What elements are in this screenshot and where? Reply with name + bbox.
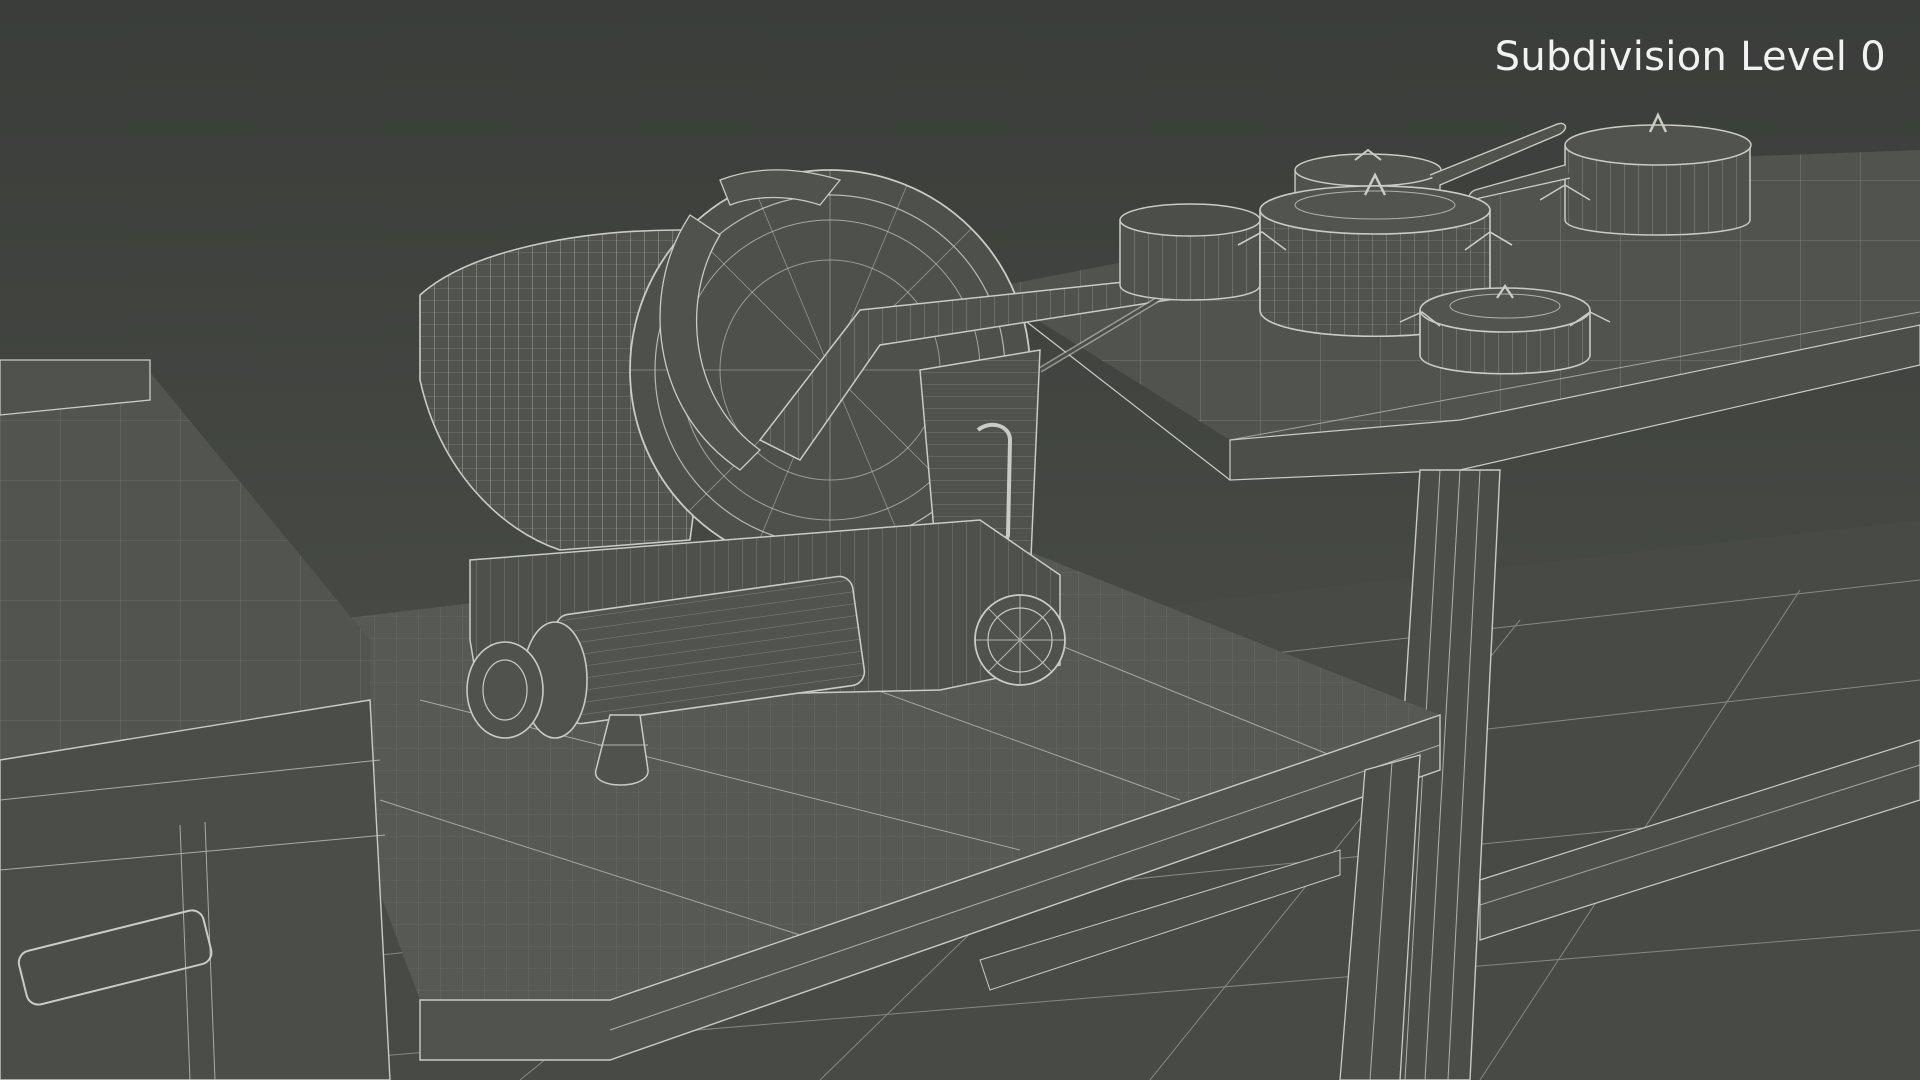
small-casserole-with-lid xyxy=(1399,283,1611,375)
subdivision-level-label: Subdivision Level 0 xyxy=(1494,34,1886,80)
3d-viewport[interactable]: Subdivision Level 0 xyxy=(0,0,1920,1080)
open-pot xyxy=(1119,203,1261,301)
wireframe-scene xyxy=(0,0,1920,1080)
